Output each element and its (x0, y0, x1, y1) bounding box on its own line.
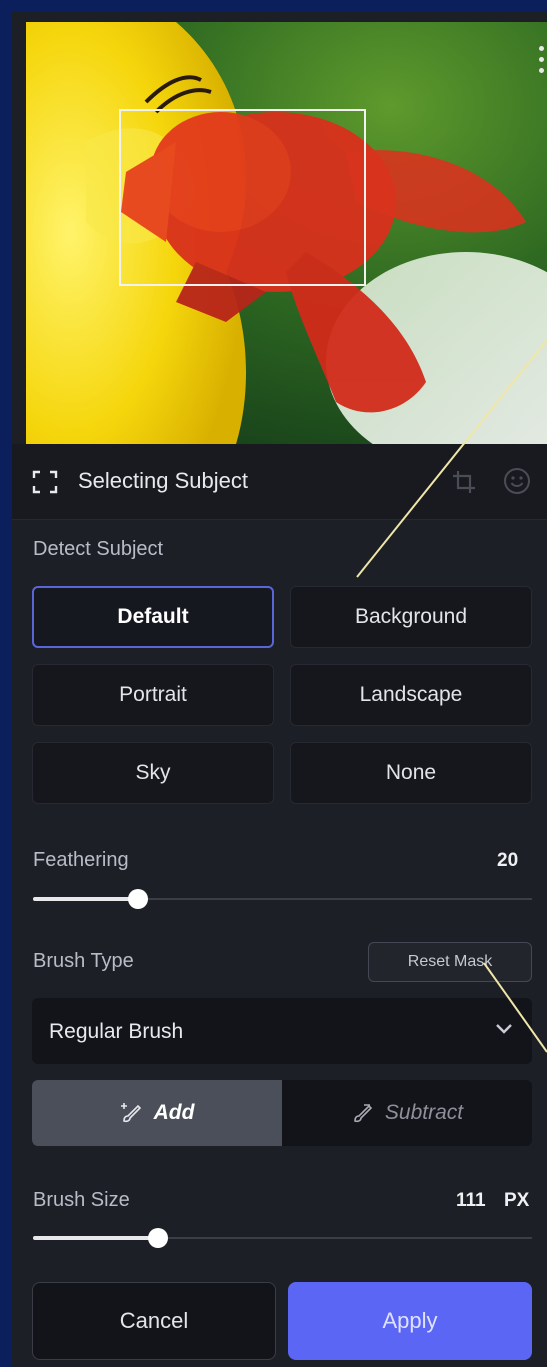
detect-background-button[interactable]: Background (290, 586, 532, 648)
selection-frame-icon (32, 470, 58, 494)
mode-header: Selecting Subject (12, 444, 547, 520)
photo-canvas (26, 22, 547, 444)
feathering-slider[interactable] (33, 889, 532, 909)
brush-type-dropdown[interactable]: Regular Brush (32, 998, 532, 1064)
subtract-mode-button[interactable]: Subtract (282, 1080, 532, 1146)
feathering-label: Feathering (33, 849, 129, 871)
more-options-icon[interactable] (539, 46, 545, 82)
brush-mode-toggle: Add Subtract (32, 1080, 532, 1146)
header-title: Selecting Subject (78, 468, 248, 493)
mask-editor-panel: Selecting Subject Detect Subject Default… (12, 12, 547, 1367)
brush-size-slider[interactable] (33, 1228, 532, 1248)
detect-default-button[interactable]: Default (32, 586, 274, 648)
detect-subject-label: Detect Subject (33, 538, 164, 560)
detect-sky-button[interactable]: Sky (32, 742, 274, 804)
apply-button[interactable]: Apply (288, 1282, 532, 1360)
cancel-button[interactable]: Cancel (32, 1282, 276, 1360)
feathering-slider-thumb[interactable] (128, 889, 148, 909)
feathering-value: 20 (497, 850, 519, 871)
brush-size-slider-fill (33, 1236, 158, 1240)
chevron-down-icon (496, 1024, 512, 1034)
crop-icon[interactable] (450, 468, 478, 496)
detect-portrait-button[interactable]: Portrait (32, 664, 274, 726)
brush-type-selected: Regular Brush (49, 1020, 184, 1043)
brush-plus-icon (120, 1103, 141, 1123)
brush-size-slider-thumb[interactable] (148, 1228, 168, 1248)
brush-minus-icon (354, 1104, 373, 1123)
subtract-mode-label: Subtract (384, 1101, 464, 1124)
face-icon[interactable] (502, 466, 532, 496)
detect-landscape-button[interactable]: Landscape (290, 664, 532, 726)
add-mode-button[interactable]: Add (32, 1080, 282, 1146)
brush-type-label: Brush Type (33, 950, 134, 972)
feathering-slider-fill (33, 897, 138, 901)
reset-mask-button[interactable]: Reset Mask (368, 942, 532, 982)
brush-size-label: Brush Size (33, 1189, 130, 1211)
detect-none-button[interactable]: None (290, 742, 532, 804)
brush-size-value: 111 (456, 1190, 486, 1211)
brush-size-unit: PX (504, 1190, 530, 1211)
add-mode-label: Add (153, 1101, 195, 1124)
image-preview[interactable] (26, 22, 547, 444)
